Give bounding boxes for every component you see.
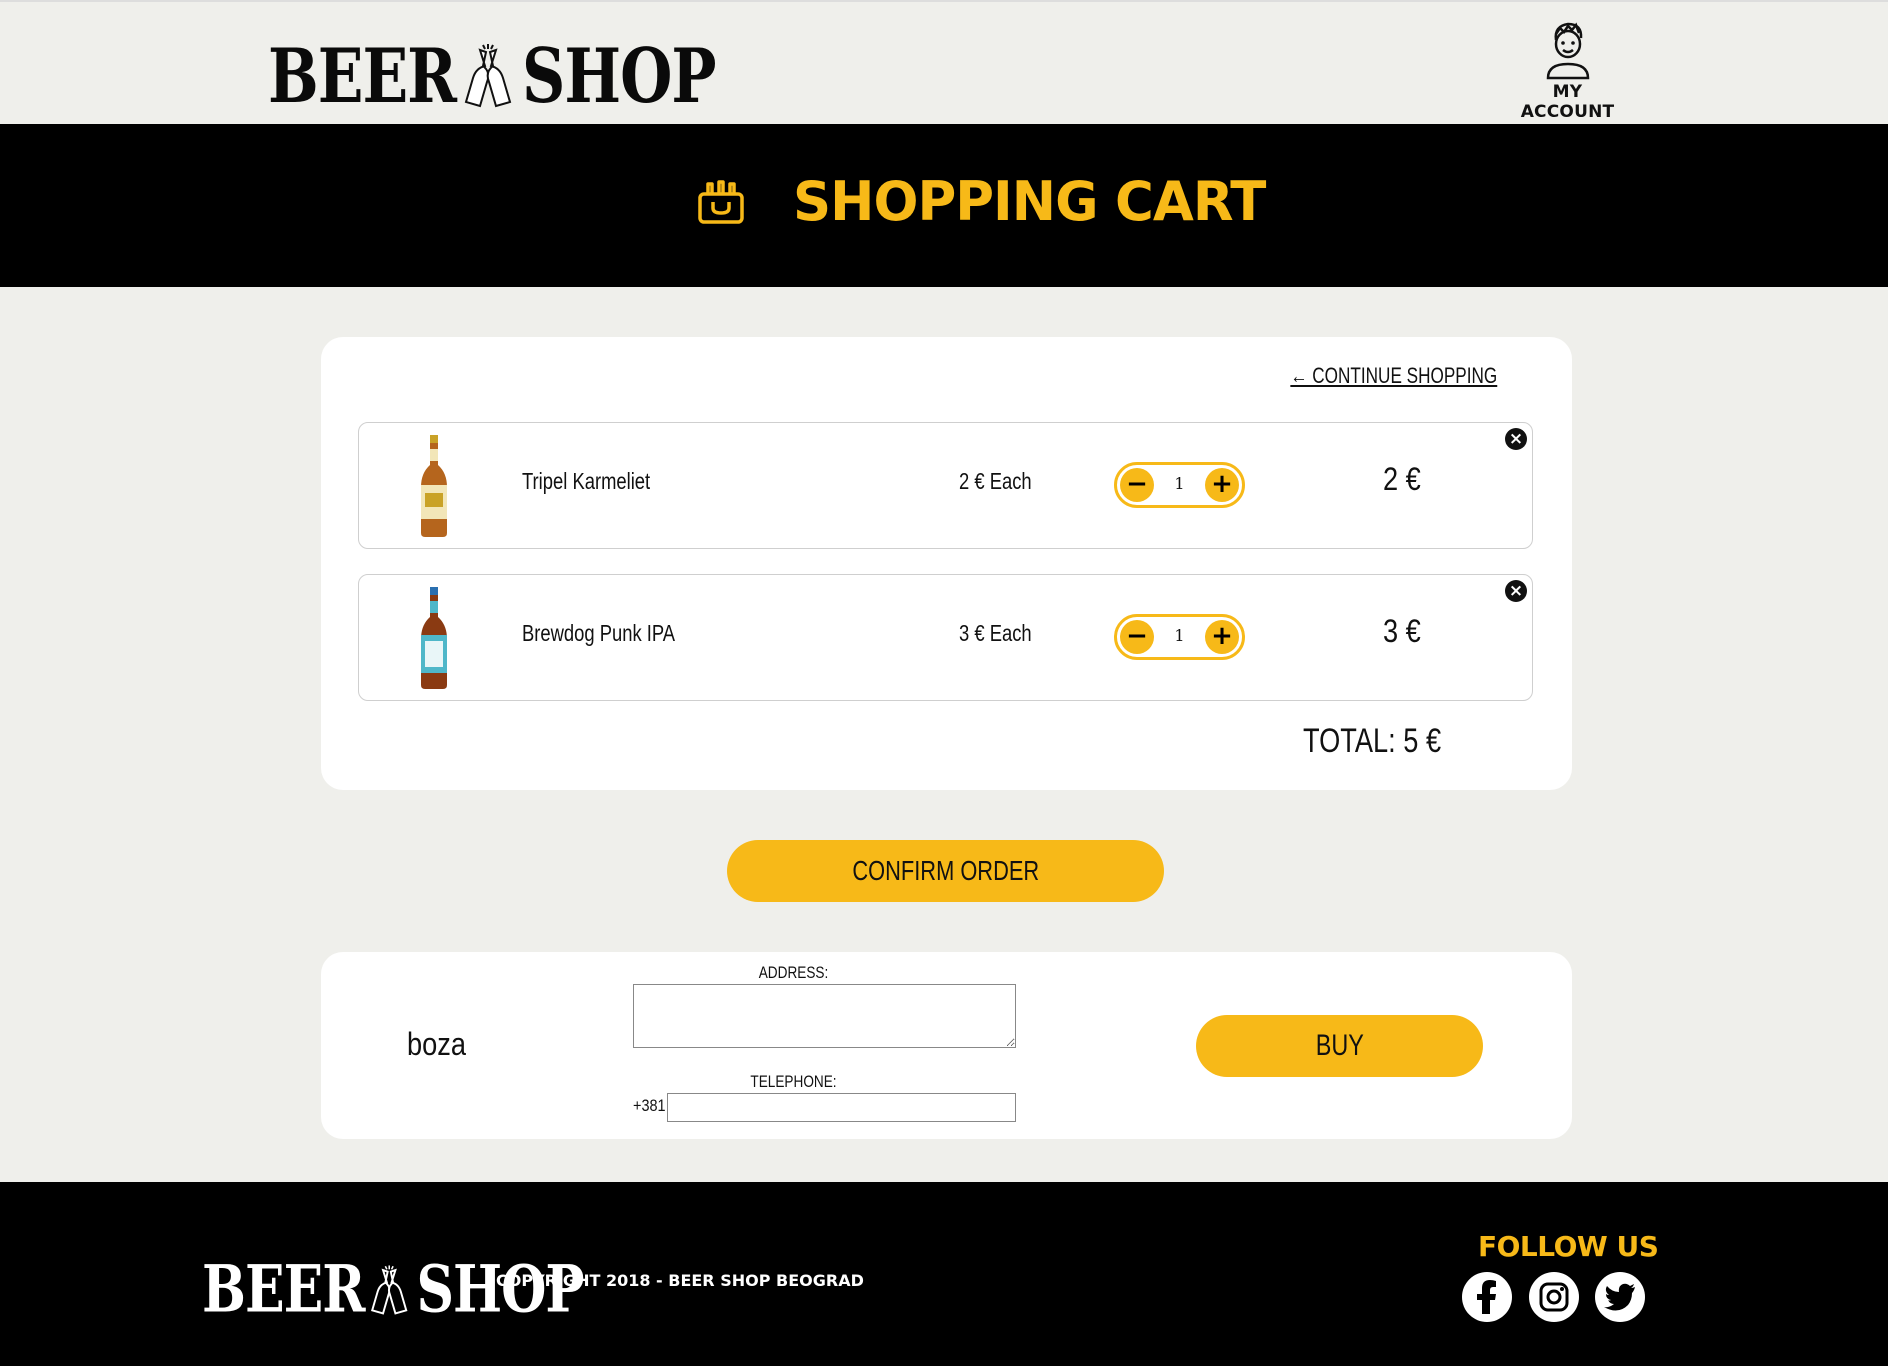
unit-price: 3 € Each [959, 620, 1032, 646]
quantity-value[interactable]: 1 [1157, 474, 1202, 493]
continue-shopping-link[interactable]: ← CONTINUE SHOPPING [1290, 363, 1497, 389]
site-logo[interactable]: BEER SHOP [268, 24, 716, 121]
telephone-label: TELEPHONE: [750, 1072, 837, 1091]
beer-bottles-icon [458, 42, 520, 112]
confirm-order-label: CONFIRM ORDER [852, 855, 1039, 886]
logo-word-beer: BEER [268, 33, 457, 121]
cart-item: Brewdog Punk IPA 3 € Each − 1 + 3 € × [358, 574, 1533, 701]
logo-word-shop: SHOP [522, 33, 716, 121]
line-total: 2 € [1383, 461, 1421, 497]
remove-item-icon[interactable]: × [1505, 428, 1527, 450]
beer-crate-icon [698, 180, 744, 224]
facebook-icon[interactable] [1462, 1272, 1512, 1322]
my-account-label: MY ACCOUNT [1520, 82, 1615, 122]
product-image [421, 435, 447, 537]
quantity-stepper: − 1 + [1114, 614, 1245, 660]
telephone-prefix: +381 [633, 1096, 666, 1115]
twitter-icon[interactable] [1595, 1272, 1645, 1322]
increase-quantity-button[interactable]: + [1205, 468, 1239, 502]
product-image [421, 587, 447, 689]
user-avatar-icon [1546, 22, 1589, 80]
beer-bottles-icon [366, 1262, 414, 1320]
page-title: SHOPPING CART [793, 170, 1266, 233]
buy-button[interactable]: BUY [1196, 1015, 1483, 1077]
quantity-value[interactable]: 1 [1157, 626, 1202, 645]
username: boza [407, 1026, 466, 1062]
my-account-link[interactable]: MY ACCOUNT [1505, 20, 1630, 122]
page-banner: SHOPPING CART [0, 124, 1888, 287]
cart-item: Tripel Karmeliet 2 € Each − 1 + 2 € × [358, 422, 1533, 549]
increase-quantity-button[interactable]: + [1205, 620, 1239, 654]
logo-word-beer: BEER [202, 1251, 365, 1328]
product-name[interactable]: Tripel Karmeliet [522, 468, 650, 495]
unit-price: 2 € Each [959, 468, 1032, 494]
checkout-panel: boza ADDRESS: TELEPHONE: +381 BUY [321, 952, 1572, 1139]
instagram-icon[interactable] [1529, 1272, 1579, 1322]
quantity-stepper: − 1 + [1114, 462, 1245, 508]
decrease-quantity-button[interactable]: − [1120, 620, 1154, 654]
line-total: 3 € [1383, 613, 1421, 649]
cart-total: TOTAL: 5 € [1303, 722, 1442, 760]
telephone-field[interactable] [667, 1093, 1016, 1122]
follow-us-heading: FOLLOW US [1478, 1230, 1659, 1263]
remove-item-icon[interactable]: × [1505, 580, 1527, 602]
confirm-order-button[interactable]: CONFIRM ORDER [727, 840, 1164, 902]
decrease-quantity-button[interactable]: − [1120, 468, 1154, 502]
address-label: ADDRESS: [758, 963, 829, 982]
cart-panel: ← CONTINUE SHOPPING Tripel Karmeliet 2 €… [321, 337, 1572, 790]
buy-label: BUY [1315, 1029, 1364, 1062]
copyright-text: COPYRIGHT 2018 - BEER SHOP BEOGRAD [496, 1271, 864, 1290]
product-name[interactable]: Brewdog Punk IPA [522, 620, 675, 647]
address-field[interactable] [633, 984, 1016, 1048]
site-footer: BEER SHOP COPYRIGHT 2018 - BEER SHOP BEO… [0, 1182, 1888, 1366]
site-header: BEER SHOP MY ACCOUNT [0, 0, 1888, 124]
